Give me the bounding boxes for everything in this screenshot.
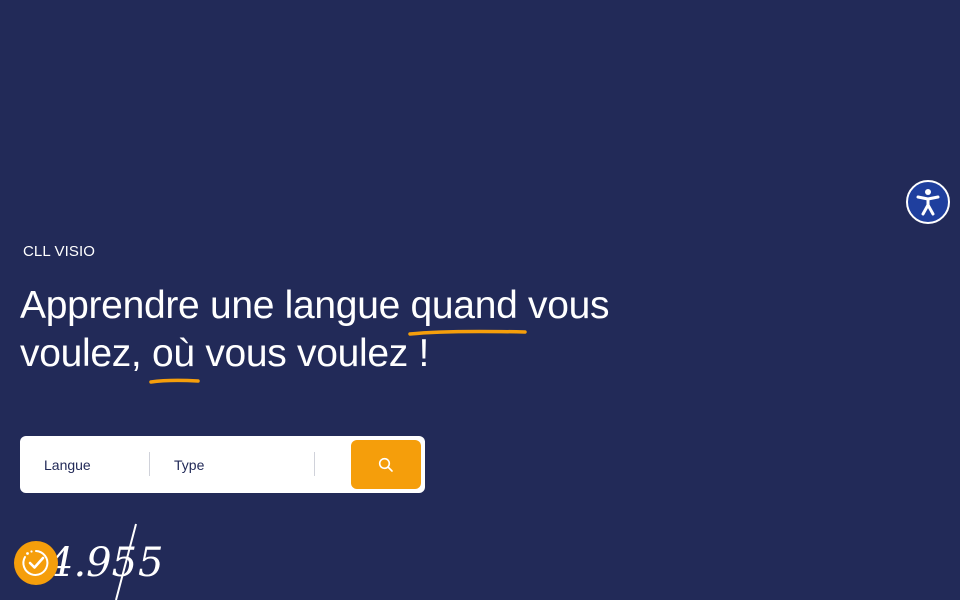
underline-quand: [407, 329, 527, 336]
headline-highlight-ou: où: [149, 330, 200, 384]
underline-ou: [149, 378, 200, 384]
langue-label: Langue: [44, 456, 91, 473]
rating-max: 5: [138, 540, 164, 586]
rating-slash: [115, 523, 137, 600]
hero-headline: Apprendre une langue quand vous voulez, …: [20, 282, 700, 384]
search-divider-2: [314, 452, 315, 476]
headline-highlight-quand: quand: [407, 282, 527, 336]
search-divider-1: [149, 452, 150, 476]
type-select[interactable]: Type: [174, 436, 304, 493]
langue-select[interactable]: Langue: [44, 436, 144, 493]
accessibility-icon: [916, 189, 940, 216]
search-button[interactable]: [351, 440, 421, 489]
rating-widget: 4.95 5: [14, 520, 174, 600]
rating-badge: [14, 541, 58, 585]
type-label: Type: [174, 456, 205, 473]
search-icon: [378, 457, 393, 472]
check-badge-icon: [22, 550, 49, 576]
hero-eyebrow: CLL VISIO: [23, 243, 96, 260]
headline-text-1: Apprendre une langue: [20, 284, 411, 327]
search-bar: Langue Type: [20, 436, 425, 493]
headline-text-3: vous voulez !: [194, 332, 430, 375]
accessibility-button[interactable]: [906, 180, 950, 224]
